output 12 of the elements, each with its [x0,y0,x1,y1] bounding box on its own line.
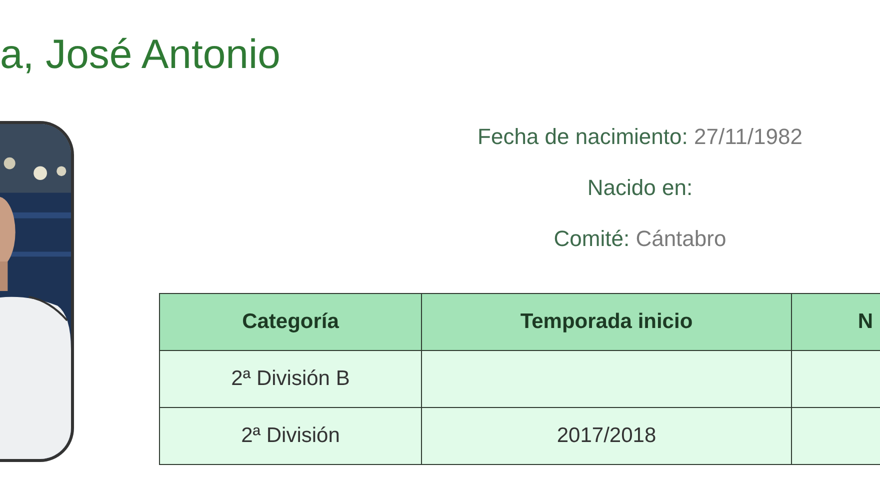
column-header: Temporada inicio [422,294,792,350]
field-label: Comité: [554,226,630,251]
table-cell: 2017/2018 [422,408,792,464]
field-label: Fecha de nacimiento: [478,124,688,149]
table-cell: 2ª División [160,408,422,464]
column-header: Categoría [160,294,422,350]
table-cell: 2ª División B [160,350,422,408]
field-value: Cántabro [636,226,726,251]
field-value: 27/11/1982 [694,124,802,149]
player-name: a, José Antonio [0,30,282,79]
column-header: N [792,294,880,350]
field-label: Nacido en: [587,175,693,200]
